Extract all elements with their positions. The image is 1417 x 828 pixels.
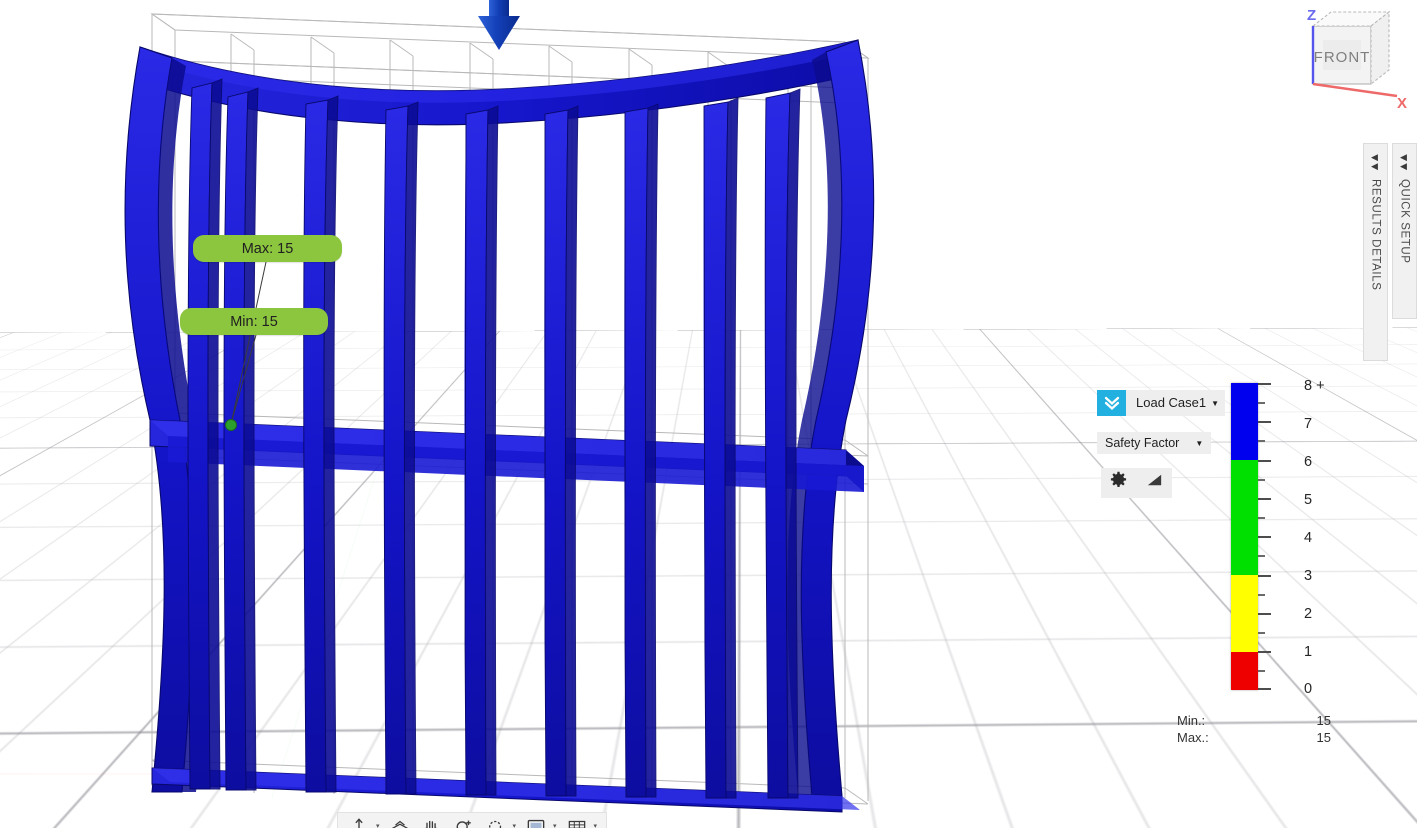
legend-tick-label: 6 bbox=[1304, 454, 1312, 470]
pan-tool-button[interactable] bbox=[417, 815, 447, 828]
chevron-down-icon[interactable]: ▼ bbox=[1195, 439, 1203, 448]
chevron-down-icon[interactable]: ▾ bbox=[594, 822, 598, 828]
view-cube-face-label: FRONT bbox=[1314, 49, 1371, 66]
color-band-green bbox=[1231, 460, 1258, 575]
view-cube[interactable]: Z X FRONT bbox=[1293, 4, 1413, 124]
legend-tool-group[interactable] bbox=[1101, 468, 1172, 498]
load-case-label: Load Case1 bbox=[1126, 390, 1211, 416]
result-type-label: Safety Factor bbox=[1105, 436, 1179, 450]
legend-tick-label: 2 bbox=[1304, 606, 1312, 622]
zoom-tool-button[interactable] bbox=[449, 815, 479, 828]
color-band-yellow bbox=[1231, 575, 1258, 652]
navigation-toolbar[interactable]: ▾ ▾ bbox=[337, 812, 607, 828]
legend-tick-label: 0 bbox=[1304, 681, 1312, 697]
undeformed-wireframe bbox=[152, 14, 868, 804]
display-settings-button[interactable] bbox=[521, 815, 551, 828]
chevron-down-icon[interactable]: ▾ bbox=[553, 822, 557, 828]
orbit-tool-button[interactable] bbox=[344, 815, 374, 828]
collapse-chevrons-icon[interactable]: ◀◀ bbox=[1371, 153, 1381, 171]
gear-icon[interactable] bbox=[1109, 471, 1128, 495]
min-probe-label[interactable]: Min: 15 bbox=[180, 308, 328, 335]
color-bar bbox=[1231, 383, 1258, 690]
fit-tool-button[interactable] bbox=[481, 815, 511, 828]
chevron-down-icon[interactable]: ▼ bbox=[1211, 399, 1225, 408]
view-cube-x-label: X bbox=[1397, 95, 1407, 112]
legend-tick-label: 7 bbox=[1304, 416, 1312, 432]
chevron-down-icon[interactable]: ▾ bbox=[513, 822, 517, 828]
color-bar-ticks: 8 + 7 6 5 4 3 2 1 0 bbox=[1258, 383, 1272, 690]
angle-triangle-icon[interactable] bbox=[1145, 471, 1164, 495]
view-cube-x-axis bbox=[1313, 84, 1397, 96]
color-band-red bbox=[1231, 652, 1258, 690]
max-key: Max.: bbox=[1177, 729, 1297, 746]
legend-tick-label: 3 bbox=[1304, 568, 1312, 584]
chevron-down-icon[interactable]: ▾ bbox=[376, 822, 380, 828]
legend-tick-label: 8 + bbox=[1304, 378, 1325, 394]
probe-marker-dot[interactable] bbox=[226, 420, 237, 431]
collapse-chevrons-icon[interactable]: ◀◀ bbox=[1400, 153, 1410, 171]
min-key: Min.: bbox=[1177, 712, 1297, 729]
load-case-selector[interactable]: Load Case1 ▼ bbox=[1097, 390, 1225, 416]
double-chevron-down-icon[interactable] bbox=[1097, 390, 1126, 416]
sidebar-item-quick-setup[interactable]: ◀◀ QUICK SETUP bbox=[1392, 143, 1417, 319]
max-value: 15 bbox=[1297, 729, 1331, 746]
legend-tick-label: 4 bbox=[1304, 530, 1312, 546]
look-at-tool-button[interactable] bbox=[385, 815, 415, 828]
result-type-selector[interactable]: Safety Factor ▼ bbox=[1097, 432, 1211, 454]
legend-tick-label: 5 bbox=[1304, 492, 1312, 508]
max-row: Max.: 15 bbox=[1177, 729, 1331, 746]
results-color-legend[interactable]: 8 + 7 6 5 4 3 2 1 0 bbox=[1231, 383, 1258, 690]
view-cube-z-label: Z bbox=[1307, 7, 1316, 24]
results-details-label: RESULTS DETAILS bbox=[1370, 179, 1382, 290]
quick-setup-label: QUICK SETUP bbox=[1399, 179, 1411, 264]
color-band-blue bbox=[1231, 383, 1258, 460]
grid-snaps-button[interactable] bbox=[562, 815, 592, 828]
min-row: Min.: 15 bbox=[1177, 712, 1331, 729]
max-probe-label[interactable]: Max: 15 bbox=[193, 235, 342, 262]
simulation-results-window: Max: 15 Min: 15 Z X FRONT ◀◀ RESULTS DET… bbox=[0, 0, 1417, 828]
min-max-readout: Min.: 15 Max.: 15 bbox=[1177, 712, 1331, 746]
sidebar-item-results-details[interactable]: ◀◀ RESULTS DETAILS bbox=[1363, 143, 1388, 361]
min-value: 15 bbox=[1297, 712, 1331, 729]
legend-tick-label: 1 bbox=[1304, 644, 1312, 660]
